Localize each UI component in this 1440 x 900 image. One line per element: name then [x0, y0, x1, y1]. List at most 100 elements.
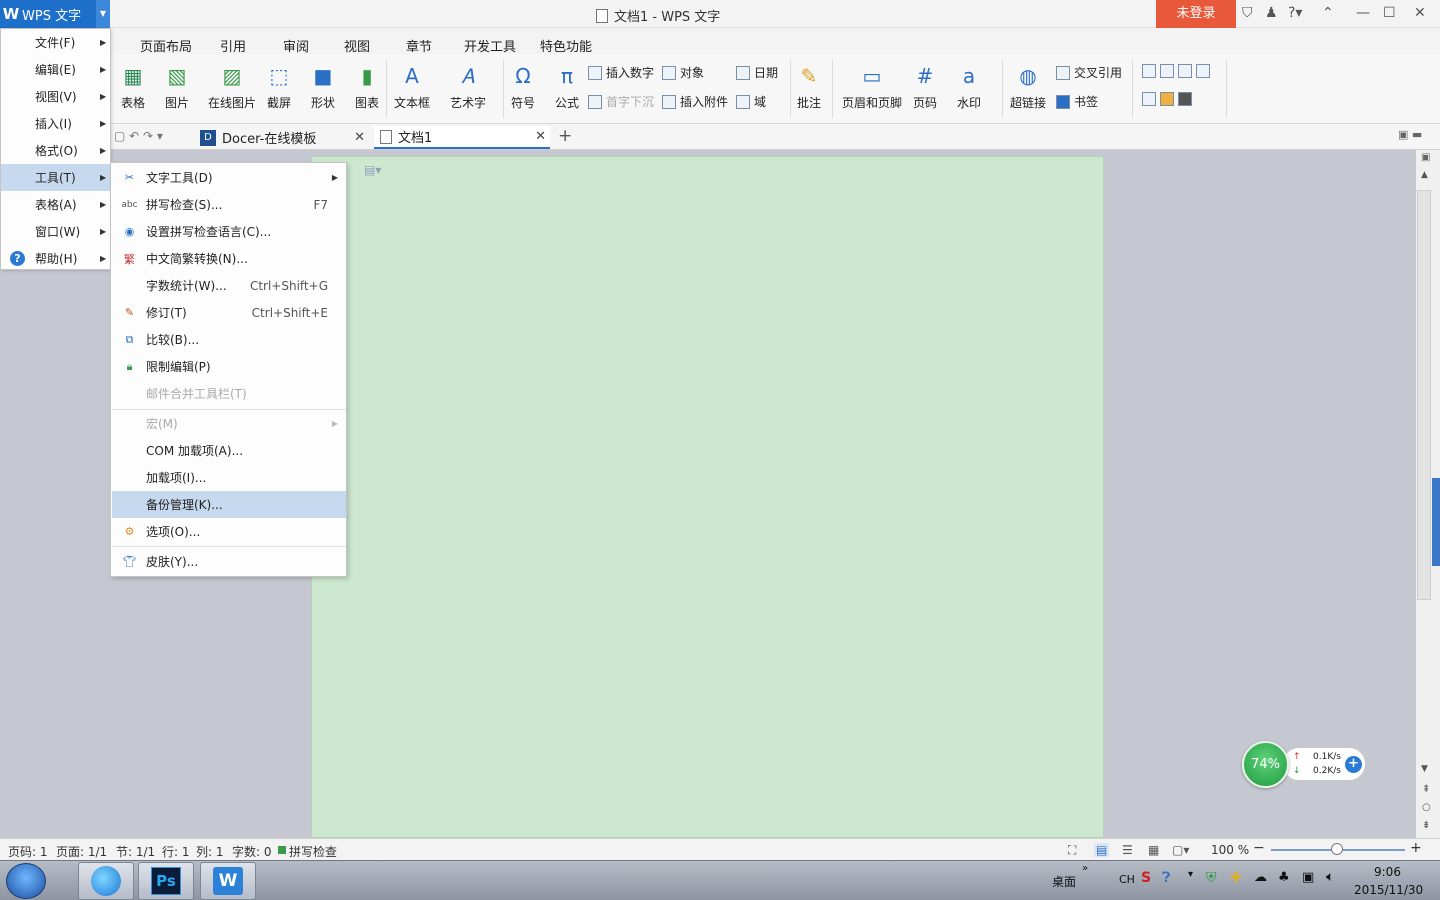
memory-usage-circle[interactable]: 74%	[1242, 741, 1289, 788]
menu-skin[interactable]: 👕︎ 皮肤(Y)...	[112, 548, 346, 575]
doc-tab-docer[interactable]: D Docer-在线模板 ✕	[194, 126, 369, 149]
zoom-out-icon[interactable]: −	[1253, 840, 1265, 856]
web-view-icon[interactable]: ▦	[1148, 843, 1159, 857]
menu-window[interactable]: 窗口(W) ▶	[1, 218, 110, 245]
textbox-button[interactable]: A 文本框	[394, 62, 430, 111]
watermark-button[interactable]: a 水印	[956, 62, 982, 111]
menu-format[interactable]: 格式(O) ▶	[1, 137, 110, 164]
menu-tools[interactable]: 工具(T) ▶	[1, 164, 110, 191]
menu-backup-management[interactable]: 备份管理(K)...	[112, 491, 346, 518]
tab-options-icon[interactable]: ▣ ▬	[1398, 128, 1422, 141]
page-number-button[interactable]: # 页码	[912, 62, 938, 111]
menu-spell-check[interactable]: abc 拼写检查(S)... F7	[112, 191, 346, 218]
form-controls-icon[interactable]	[1142, 64, 1210, 78]
screenshot-button[interactable]: ⬚ 截屏	[266, 62, 292, 111]
tab-developer[interactable]: 开发工具	[464, 36, 516, 55]
menu-file[interactable]: 文件(F) ▶	[1, 29, 110, 56]
picture-button[interactable]: ▧ 图片	[164, 62, 190, 111]
desktop-toolbar[interactable]: 桌面	[1052, 873, 1076, 890]
tab-review[interactable]: 审阅	[283, 36, 309, 55]
comment-button[interactable]: ✎ 批注	[796, 62, 822, 111]
menu-table[interactable]: 表格(A) ▶	[1, 191, 110, 218]
maximize-icon[interactable]: ☐	[1383, 5, 1396, 21]
object-button[interactable]: 对象	[662, 64, 704, 81]
input-language[interactable]: CH	[1119, 873, 1135, 886]
fullscreen-icon[interactable]: ⛶	[1068, 843, 1076, 858]
header-footer-button[interactable]: ▭ 页眉和页脚	[842, 62, 902, 111]
tab-view[interactable]: 视图	[344, 36, 370, 55]
network-monitor-widget[interactable]: ↑ 0.1K/s ↓ 0.2K/s + 74%	[1242, 741, 1368, 788]
help-icon[interactable]: ?▾	[1288, 5, 1302, 21]
network-tray-icon[interactable]: ☁	[1254, 870, 1267, 885]
design-mode-icon[interactable]	[1142, 92, 1192, 106]
page-view-icon[interactable]: ▤	[1094, 843, 1110, 857]
insert-number-button[interactable]: 插入数字	[588, 64, 654, 81]
close-tab-icon[interactable]: ✕	[354, 130, 365, 145]
reading-view-icon[interactable]: ▢▾	[1172, 843, 1189, 857]
scroll-up-icon[interactable]: ▲	[1421, 170, 1428, 180]
tray-expand-icon[interactable]: ▾	[1188, 869, 1193, 880]
date-button[interactable]: 日期	[736, 64, 778, 81]
zoom-in-icon[interactable]: +	[1410, 840, 1422, 856]
menu-insert[interactable]: 插入(I) ▶	[1, 110, 110, 137]
status-word-count[interactable]: 字数: 0	[232, 843, 272, 860]
hyperlink-button[interactable]: ◍ 超链接	[1010, 62, 1046, 111]
next-page-icon[interactable]: ⇟	[1422, 820, 1430, 831]
chart-button[interactable]: ▮ 图表	[354, 62, 380, 111]
close-icon[interactable]: ✕	[1414, 5, 1426, 21]
shape-button[interactable]: ■ 形状	[310, 62, 336, 111]
doc-tab-document1[interactable]: 文档1 ✕	[374, 126, 550, 149]
menu-track-changes[interactable]: ✎ 修订(T) Ctrl+Shift+E	[112, 299, 346, 326]
accelerate-plus-icon[interactable]: +	[1345, 756, 1362, 773]
menu-restrict-editing[interactable]: 🔒︎ 限制编辑(P)	[112, 353, 346, 380]
dropcap-button[interactable]: 首字下沉	[588, 93, 654, 110]
status-pages[interactable]: 页面: 1/1	[56, 843, 107, 860]
status-page[interactable]: 页码: 1	[8, 843, 48, 860]
start-button[interactable]	[6, 863, 46, 899]
menu-compare[interactable]: ⧉ 比较(B)...	[112, 326, 346, 353]
minimize-icon[interactable]: —	[1356, 5, 1370, 21]
tab-special-features[interactable]: 特色功能	[540, 36, 592, 55]
document-page[interactable]: ▤▾	[311, 156, 1104, 838]
online-picture-button[interactable]: ▨ 在线图片	[208, 62, 256, 111]
sogou-input-icon[interactable]: S	[1141, 870, 1151, 886]
taskbar-photoshop[interactable]: Ps	[138, 862, 194, 900]
menu-text-tools[interactable]: ✂ 文字工具(D) ▶	[112, 164, 346, 191]
menu-addins[interactable]: 加载项(I)...	[112, 464, 346, 491]
menu-help[interactable]: ? 帮助(H) ▶	[1, 245, 110, 272]
field-button[interactable]: 域	[736, 93, 766, 110]
qq-icon[interactable]: ♣	[1278, 870, 1290, 885]
network-connection-icon[interactable]: ▣	[1302, 870, 1314, 885]
taskbar-wps[interactable]: W	[200, 862, 256, 900]
status-row[interactable]: 行: 1	[162, 843, 190, 860]
close-tab-icon[interactable]: ✕	[535, 129, 546, 144]
tab-chapter[interactable]: 章节	[406, 36, 432, 55]
security-shield-icon[interactable]: ⛨	[1206, 870, 1217, 886]
quick-access-icons[interactable]: ▢ ↶ ↷ ▾	[114, 129, 163, 143]
side-panel-toggle[interactable]	[1432, 478, 1440, 566]
tab-references[interactable]: 引用	[220, 36, 246, 55]
update-icon[interactable]: ✚	[1230, 870, 1242, 886]
scrollbar-thumb[interactable]	[1417, 190, 1431, 600]
clock-time[interactable]: 9:06	[1374, 865, 1401, 879]
status-spell-check[interactable]: 拼写检查	[289, 843, 337, 860]
select-browse-icon[interactable]: ○	[1422, 802, 1431, 813]
zoom-slider-knob[interactable]	[1331, 843, 1343, 855]
menu-view[interactable]: 视图(V) ▶	[1, 83, 110, 110]
scroll-down-icon[interactable]: ▼	[1421, 764, 1428, 774]
status-column[interactable]: 列: 1	[196, 843, 224, 860]
formula-button[interactable]: π 公式	[554, 62, 580, 111]
symbol-button[interactable]: Ω 符号	[510, 62, 536, 111]
skin-icon[interactable]: ♟	[1265, 5, 1278, 21]
menu-options[interactable]: ⚙ 选项(O)...	[112, 518, 346, 545]
cross-reference-button[interactable]: 交叉引用	[1056, 64, 1122, 81]
volume-icon[interactable]: 🔈︎	[1326, 869, 1334, 885]
menu-chinese-conversion[interactable]: 繁中文简繁转换(N)...	[112, 245, 346, 272]
feedback-icon[interactable]: ⛉	[1242, 5, 1253, 21]
clock-date[interactable]: 2015/11/30	[1354, 883, 1423, 897]
menu-com-addins[interactable]: COM 加载项(A)...	[112, 437, 346, 464]
status-section[interactable]: 节: 1/1	[116, 843, 155, 860]
insert-attachment-button[interactable]: 插入附件	[662, 93, 728, 110]
wordart-button[interactable]: 𝐴 艺术字	[450, 62, 486, 111]
login-button[interactable]: 未登录	[1156, 0, 1236, 28]
